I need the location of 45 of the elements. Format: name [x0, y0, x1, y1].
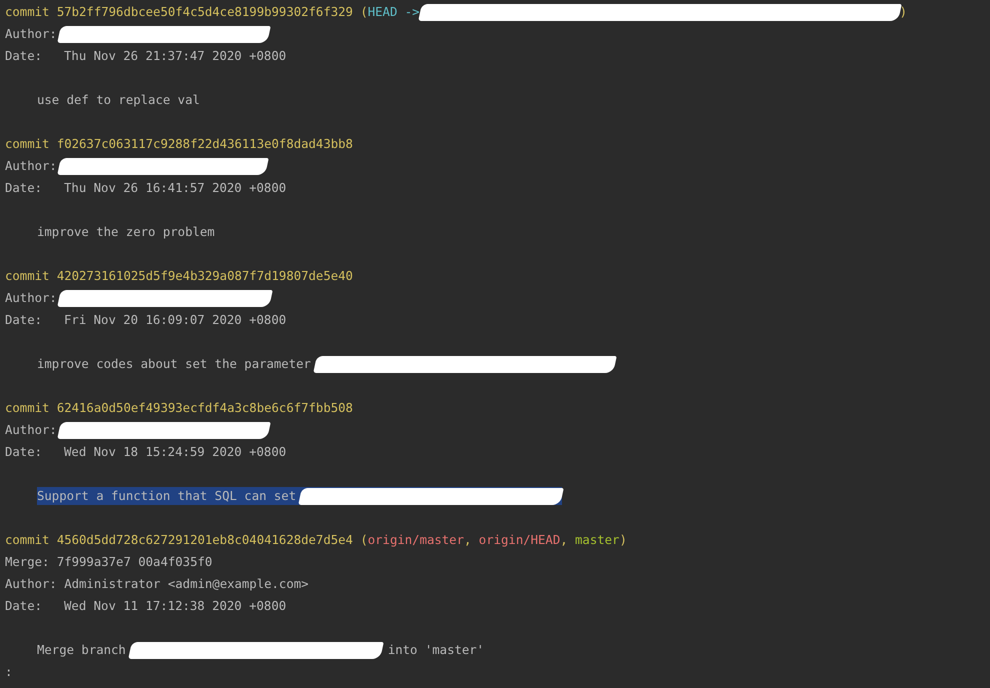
commit-date: Thu Nov 26 21:37:47 2020 +0800	[64, 48, 286, 65]
author-label: Author:	[5, 290, 57, 307]
commit-message: improve the zero problem	[37, 224, 215, 241]
date-label: Date:	[5, 180, 42, 197]
commit-date: Wed Nov 11 17:12:38 2020 +0800	[64, 598, 286, 615]
commit-message: use def to replace val	[37, 92, 200, 109]
commit-date: Wed Nov 18 15:24:59 2020 +0800	[64, 444, 286, 461]
ref-paren: )	[619, 532, 627, 549]
date-label: Date:	[5, 444, 42, 461]
pager-prompt: :	[5, 664, 12, 681]
commit-label: commit	[5, 400, 50, 417]
author-name: Administrator <admin@example.com>	[64, 576, 309, 593]
date-label: Date:	[5, 312, 42, 329]
ref-paren: )	[900, 4, 907, 21]
author-label: Author:	[5, 422, 57, 439]
commit-message: into 'master'	[388, 642, 484, 659]
commit-hash: f02637c063117c9288f22d436113e0f8dad43bb8	[56, 136, 353, 153]
commit-hash: 62416a0d50ef49393ecfdf4a3c8be6c6f7fbb508	[56, 400, 353, 417]
ref-separator: ,	[560, 532, 568, 549]
date-label: Date:	[5, 598, 42, 615]
author-label: Author:	[5, 26, 57, 43]
commit-hash: 4560d5dd728c627291201eb8c04041628de7d5e4	[56, 532, 353, 549]
commit-label: commit	[5, 4, 50, 21]
commit-label: commit	[5, 136, 50, 153]
branch-ref: origin/master	[368, 532, 464, 549]
commit-hash: 420273161025d5f9e4b329a087f7d19807de5e40	[56, 268, 353, 285]
commit-message: Merge branch	[37, 642, 126, 659]
merge-parents: 7f999a37e7 00a4f035f0	[56, 554, 212, 571]
merge-label: Merge:	[5, 554, 50, 571]
date-label: Date:	[5, 48, 42, 65]
commit-hash: 57b2ff796dbcee50f4c5d4ce8199b99302f6f329	[56, 4, 353, 21]
commit-message: improve codes about set the parameter	[37, 356, 311, 373]
commit-date: Fri Nov 20 16:09:07 2020 +0800	[64, 312, 286, 329]
ref-paren: (	[360, 532, 368, 549]
ref-paren: (	[360, 4, 368, 21]
branch-ref: master	[575, 532, 620, 549]
commit-date: Thu Nov 26 16:41:57 2020 +0800	[64, 180, 286, 197]
branch-ref: HEAD ->	[368, 4, 420, 21]
author-label: Author:	[5, 158, 57, 175]
commit-label: commit	[5, 268, 50, 285]
commit-message: Support a function that SQL can set	[37, 488, 296, 505]
ref-separator: ,	[464, 532, 472, 549]
author-label: Author:	[5, 576, 57, 593]
branch-ref: origin/HEAD	[478, 532, 560, 549]
commit-label: commit	[5, 532, 50, 549]
